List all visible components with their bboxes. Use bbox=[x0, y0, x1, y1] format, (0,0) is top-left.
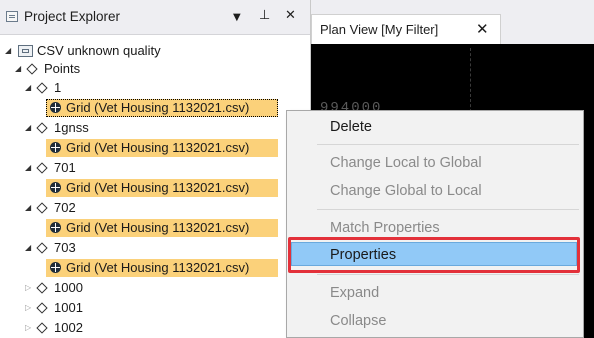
grid-globe-icon bbox=[50, 102, 61, 113]
tree-point-label: 1 bbox=[54, 80, 62, 95]
menu-item-label: Change Local to Global bbox=[330, 155, 482, 171]
expand-arrow-icon[interactable]: ◢ bbox=[25, 119, 31, 137]
project-explorer-header: Project Explorer ▼ ⊥ ✕ bbox=[0, 0, 310, 35]
diamond-point-icon bbox=[36, 302, 48, 314]
project-explorer-panel: Project Explorer ▼ ⊥ ✕ ◢ CSV unknown qua… bbox=[0, 0, 311, 338]
tree-grid-row[interactable]: Grid (Vet Housing 1132021.csv) bbox=[46, 139, 278, 157]
tab-plan-view[interactable]: Plan View [My Filter] ✕ bbox=[311, 14, 501, 44]
csv-file-icon bbox=[18, 45, 33, 57]
tree-point-label: 703 bbox=[54, 240, 76, 255]
project-explorer-icon bbox=[6, 11, 18, 22]
expand-arrow-icon[interactable]: ◢ bbox=[25, 239, 31, 257]
tree-point-label: 1002 bbox=[54, 320, 83, 335]
diamond-point-icon bbox=[36, 82, 48, 94]
menu-item-delete[interactable]: Delete bbox=[287, 115, 583, 139]
tree-grid-row[interactable]: Grid (Vet Housing 1132021.csv) bbox=[46, 219, 278, 237]
menu-item-label: Change Global to Local bbox=[330, 183, 482, 199]
menu-item-label: Expand bbox=[330, 285, 380, 301]
tree-root-label: CSV unknown quality bbox=[37, 43, 161, 58]
tree-grid-label: Grid (Vet Housing 1132021.csv) bbox=[66, 140, 250, 155]
collapsed-arrow-icon[interactable]: ▷ bbox=[25, 299, 31, 317]
expand-arrow-icon[interactable]: ◢ bbox=[25, 159, 31, 177]
tree-point-label: 1000 bbox=[54, 280, 83, 295]
auto-hide-pin-icon[interactable]: ⊥ bbox=[259, 8, 270, 24]
tree-point-label: 701 bbox=[54, 160, 76, 175]
diamond-point-icon bbox=[36, 162, 48, 174]
close-panel-icon[interactable]: ✕ bbox=[285, 8, 296, 24]
tree-grid-row[interactable]: Grid (Vet Housing 1132021.csv) bbox=[46, 179, 278, 197]
tree-point-label: 702 bbox=[54, 200, 76, 215]
grid-globe-icon bbox=[50, 142, 61, 153]
menu-item-change-global-to-local[interactable]: Change Global to Local bbox=[287, 179, 583, 203]
tree-grid-label: Grid (Vet Housing 1132021.csv) bbox=[66, 180, 250, 195]
expand-arrow-icon[interactable]: ◢ bbox=[5, 42, 11, 60]
collapsed-arrow-icon[interactable]: ▷ bbox=[25, 319, 31, 337]
diamond-point-icon bbox=[36, 242, 48, 254]
menu-separator bbox=[317, 144, 579, 145]
tree-points-label: Points bbox=[44, 61, 81, 76]
grid-globe-icon bbox=[50, 262, 61, 273]
tree-point-label: 1gnss bbox=[54, 120, 89, 135]
menu-separator bbox=[317, 274, 579, 275]
diamond-point-icon bbox=[36, 202, 48, 214]
diamond-point-icon bbox=[36, 282, 48, 294]
expand-arrow-icon[interactable]: ◢ bbox=[15, 60, 21, 78]
diamond-point-icon bbox=[36, 122, 48, 134]
tree-grid-label: Grid (Vet Housing 1132021.csv) bbox=[66, 260, 250, 275]
close-tab-icon[interactable]: ✕ bbox=[476, 20, 489, 38]
menu-item-label: Delete bbox=[330, 119, 372, 135]
tree-grid-row-selected[interactable]: Grid (Vet Housing 1132021.csv) bbox=[46, 99, 278, 117]
tree-grid-label: Grid (Vet Housing 1132021.csv) bbox=[66, 220, 250, 235]
diamond-point-icon bbox=[36, 322, 48, 334]
annotation-highlight-box bbox=[288, 237, 580, 273]
menu-item-change-local-to-global[interactable]: Change Local to Global bbox=[287, 151, 583, 175]
window-position-dropdown-icon[interactable]: ▼ bbox=[233, 10, 241, 26]
tab-plan-view-label: Plan View [My Filter] bbox=[320, 22, 439, 37]
tree-grid-label: Grid (Vet Housing 1132021.csv) bbox=[66, 100, 250, 115]
grid-globe-icon bbox=[50, 222, 61, 233]
grid-globe-icon bbox=[50, 182, 61, 193]
menu-item-collapse[interactable]: Collapse bbox=[287, 309, 583, 333]
collapsed-arrow-icon[interactable]: ▷ bbox=[25, 279, 31, 297]
context-menu: Delete Change Local to Global Change Glo… bbox=[286, 110, 584, 338]
menu-separator bbox=[317, 209, 579, 210]
tree-point-label: 1001 bbox=[54, 300, 83, 315]
project-explorer-title: Project Explorer bbox=[24, 9, 121, 24]
expand-arrow-icon[interactable]: ◢ bbox=[25, 79, 31, 97]
tree-grid-row[interactable]: Grid (Vet Housing 1132021.csv) bbox=[46, 259, 278, 277]
menu-item-expand[interactable]: Expand bbox=[287, 281, 583, 305]
diamond-point-icon bbox=[26, 63, 38, 75]
expand-arrow-icon[interactable]: ◢ bbox=[25, 199, 31, 217]
menu-item-label: Collapse bbox=[330, 313, 387, 329]
